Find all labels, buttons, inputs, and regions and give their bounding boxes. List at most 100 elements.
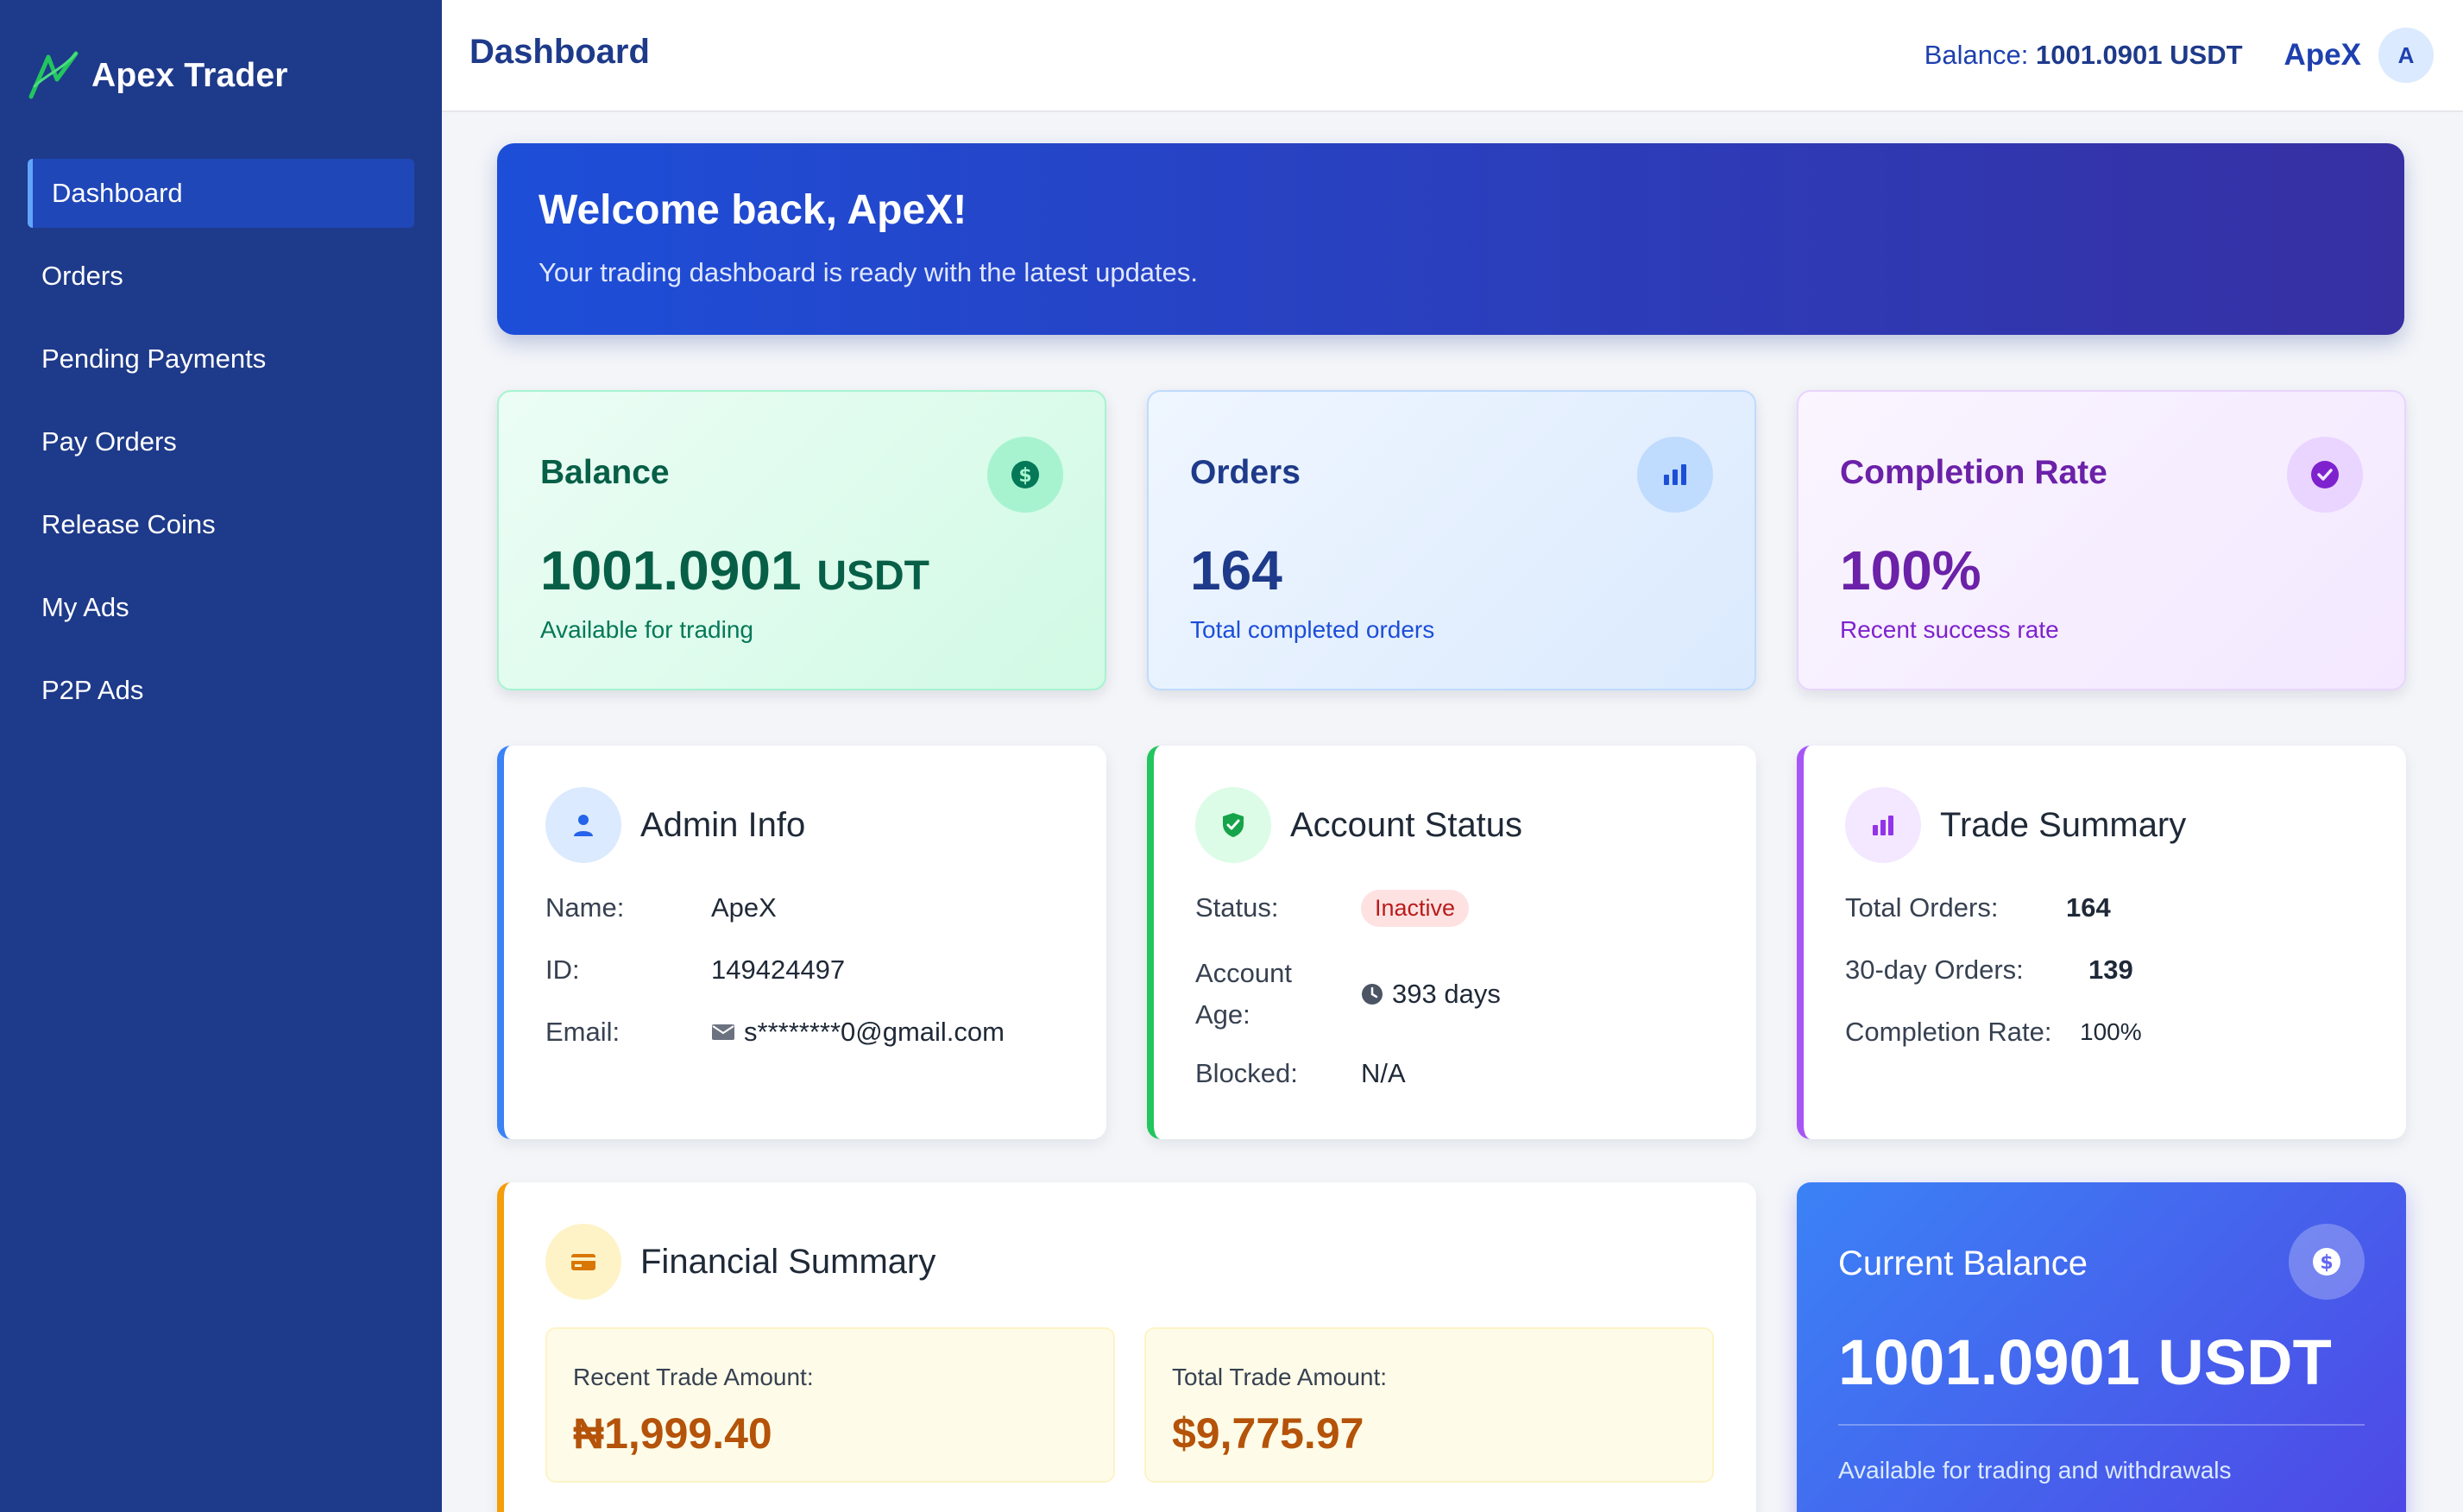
sidebar-item-dashboard[interactable]: Dashboard <box>28 159 414 228</box>
balance-stat-card: Balance $ 1001.0901 USDT Available for t… <box>497 390 1106 690</box>
total-orders-value: 164 <box>2066 892 2111 923</box>
sidebar-item-pay-orders[interactable]: Pay Orders <box>28 407 414 476</box>
clock-icon <box>1362 984 1383 1005</box>
total-orders-label: Total Orders: <box>1845 892 1999 923</box>
account-age-label-line2: Age: <box>1195 999 1250 1030</box>
trade-summary-header: Trade Summary <box>1845 787 2186 863</box>
admin-email-label: Email: <box>545 1017 620 1047</box>
thirty-day-orders-label: 30-day Orders: <box>1845 954 2024 985</box>
dollar-icon: $ <box>987 437 1063 513</box>
blocked-row: Blocked: N/A <box>1195 1058 1406 1089</box>
dollar-circle-icon: $ <box>2289 1224 2365 1300</box>
app-logo[interactable]: Apex Trader <box>26 48 288 104</box>
sidebar-nav: Dashboard Orders Pending Payments Pay Or… <box>28 159 414 739</box>
completion-rate-stat-title: Completion Rate <box>1840 454 2107 491</box>
status-badge: Inactive <box>1361 889 1470 927</box>
trade-completion-rate-label: Completion Rate: <box>1845 1017 2052 1047</box>
header-balance: Balance: 1001.0901 USDT <box>1924 40 2243 71</box>
current-balance-value: 1001.0901 USDT <box>1838 1326 2332 1398</box>
completion-rate-stat-card: Completion Rate 100% Recent success rate <box>1797 390 2406 690</box>
balance-stat-title: Balance <box>540 454 670 491</box>
balance-stat-value: 1001.0901 USDT <box>540 539 929 602</box>
completion-rate-stat-subtitle: Recent success rate <box>1840 616 2059 643</box>
account-status-title: Account Status <box>1290 805 1523 844</box>
account-age-row: Account Age: 393 days <box>1195 953 1501 1036</box>
user-icon <box>545 787 621 863</box>
admin-email-text: s********0@gmail.com <box>744 1017 1005 1047</box>
page-title: Dashboard <box>469 33 650 71</box>
total-orders-row: Total Orders: 164 <box>1845 892 2111 923</box>
sidebar-item-orders[interactable]: Orders <box>28 242 414 311</box>
sidebar: Apex Trader Dashboard Orders Pending Pay… <box>0 0 442 1512</box>
trade-chart-icon <box>1845 787 1921 863</box>
balance-stat-subtitle: Available for trading <box>540 616 753 643</box>
admin-name-label: Name: <box>545 892 625 923</box>
blocked-label: Blocked: <box>1195 1058 1298 1088</box>
recent-trade-box: Recent Trade Amount: ₦1,999.40 <box>545 1327 1115 1483</box>
orders-stat-subtitle: Total completed orders <box>1190 616 1435 643</box>
trade-completion-rate-row: Completion Rate: 100% <box>1845 1017 2142 1048</box>
balance-amount: 1001.0901 <box>540 539 802 602</box>
status-label: Status: <box>1195 892 1279 923</box>
total-trade-box: Total Trade Amount: $9,775.97 <box>1144 1327 1714 1483</box>
admin-info-card: Admin Info Name: ApeX ID: 149424497 Emai… <box>497 746 1106 1139</box>
admin-id-value: 149424497 <box>711 954 846 985</box>
sidebar-item-my-ads[interactable]: My Ads <box>28 573 414 642</box>
svg-text:$: $ <box>1018 465 1031 487</box>
financial-summary-card: Financial Summary Recent Trade Amount: ₦… <box>497 1182 1756 1512</box>
current-balance-subtitle: Available for trading and withdrawals <box>1838 1457 2232 1484</box>
current-balance-card: Current Balance $ 1001.0901 USDT Availab… <box>1797 1182 2406 1512</box>
total-trade-value: $9,775.97 <box>1172 1409 1364 1458</box>
header-balance-label: Balance: <box>1924 40 2029 70</box>
svg-text:$: $ <box>2320 1252 2333 1274</box>
account-status-card: Account Status Status: Inactive Account … <box>1147 746 1756 1139</box>
welcome-title: Welcome back, ApeX! <box>539 187 967 233</box>
financial-summary-title: Financial Summary <box>640 1242 936 1281</box>
blocked-value: N/A <box>1361 1058 1406 1088</box>
sidebar-item-release-coins[interactable]: Release Coins <box>28 490 414 559</box>
admin-email-row: Email: s********0@gmail.com <box>545 1017 1005 1048</box>
completion-rate-stat-value: 100% <box>1840 539 1981 602</box>
orders-stat-value: 164 <box>1190 539 1282 602</box>
orders-stat-card: Orders 164 Total completed orders <box>1147 390 1756 690</box>
thirty-day-orders-row: 30-day Orders: 139 <box>1845 954 2133 986</box>
envelope-icon <box>712 1024 734 1040</box>
admin-id-label: ID: <box>545 954 580 985</box>
financial-summary-header: Financial Summary <box>545 1224 935 1300</box>
trade-summary-card: Trade Summary Total Orders: 164 30-day O… <box>1797 746 2406 1139</box>
status-row: Status: Inactive <box>1195 889 1470 927</box>
total-trade-label: Total Trade Amount: <box>1172 1364 1388 1390</box>
current-balance-divider <box>1838 1424 2365 1426</box>
avatar[interactable]: A <box>2378 28 2434 83</box>
admin-id-row: ID: 149424497 <box>545 954 845 986</box>
trade-completion-rate-value: 100% <box>2080 1018 2142 1045</box>
check-circle-icon <box>2287 437 2363 513</box>
current-balance-title: Current Balance <box>1838 1244 2088 1282</box>
admin-name-value: ApeX <box>711 892 777 923</box>
admin-info-title: Admin Info <box>640 805 806 844</box>
sidebar-item-pending-payments[interactable]: Pending Payments <box>28 324 414 394</box>
credit-card-icon <box>545 1224 621 1300</box>
recent-trade-value: ₦1,999.40 <box>573 1409 772 1458</box>
admin-email-value: s********0@gmail.com <box>711 1017 1005 1048</box>
top-header: Dashboard Balance: 1001.0901 USDT ApeX A <box>442 0 2463 112</box>
balance-unit: USDT <box>816 553 929 599</box>
recent-trade-label: Recent Trade Amount: <box>573 1364 814 1390</box>
header-user-area: Balance: 1001.0901 USDT ApeX A <box>1924 26 2434 85</box>
thirty-day-orders-value: 139 <box>2088 954 2133 985</box>
logo-icon <box>28 51 79 99</box>
header-username[interactable]: ApeX <box>2284 38 2361 72</box>
sidebar-item-p2p-ads[interactable]: P2P Ads <box>28 656 414 725</box>
account-age-text: 393 days <box>1392 979 1501 1009</box>
trade-summary-title: Trade Summary <box>1940 805 2187 844</box>
app-name: Apex Trader <box>91 57 288 94</box>
account-age-label-line1: Account <box>1195 958 1293 988</box>
admin-name-row: Name: ApeX <box>545 892 777 923</box>
header-balance-value: 1001.0901 USDT <box>2035 40 2243 70</box>
welcome-banner: Welcome back, ApeX! Your trading dashboa… <box>497 143 2404 335</box>
account-age-value: 393 days <box>1361 973 1501 1015</box>
bar-chart-icon <box>1637 437 1713 513</box>
account-status-header: Account Status <box>1195 787 1522 863</box>
shield-check-icon <box>1195 787 1271 863</box>
admin-info-header: Admin Info <box>545 787 805 863</box>
